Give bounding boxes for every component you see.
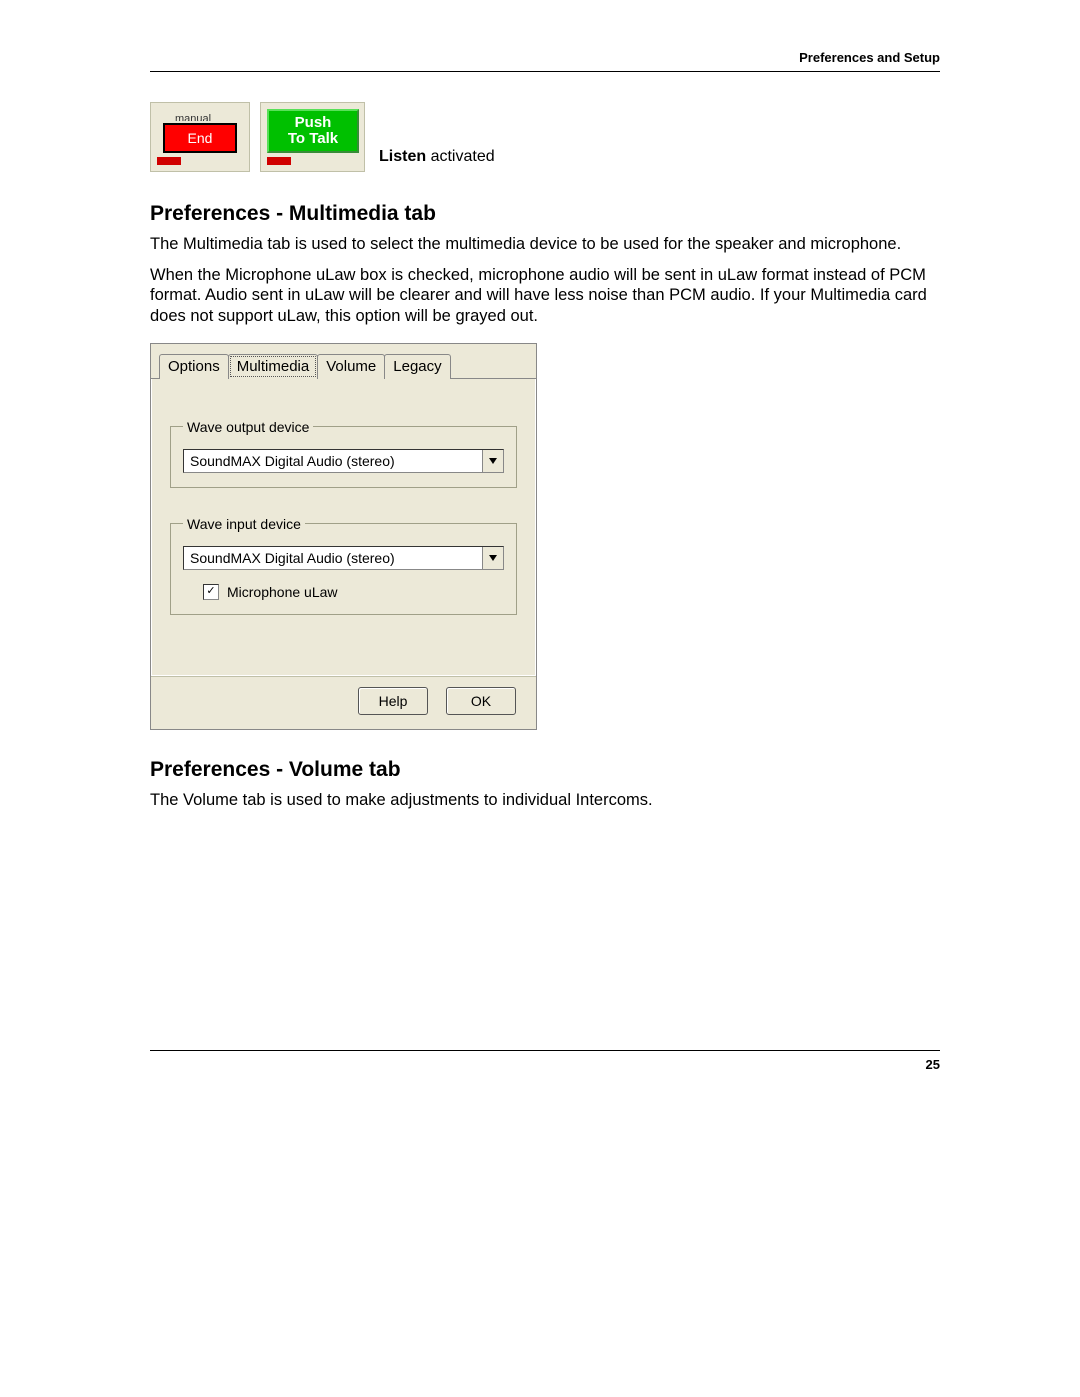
microphone-ulaw-checkbox[interactable]: ✓ — [203, 584, 219, 600]
wave-input-value: SoundMAX Digital Audio (stereo) — [184, 550, 482, 566]
section1-para2: When the Microphone uLaw box is checked,… — [150, 265, 940, 327]
wave-output-dropdown-button[interactable] — [482, 450, 503, 472]
ptt-line1: Push — [295, 115, 332, 131]
chevron-down-icon — [489, 555, 497, 561]
section2-para1: The Volume tab is used to make adjustmen… — [150, 790, 940, 811]
tab-options[interactable]: Options — [159, 354, 229, 379]
end-panel: manual End — [150, 102, 250, 172]
page-footer: 25 — [150, 1050, 940, 1072]
tab-volume[interactable]: Volume — [317, 354, 385, 379]
dialog-button-bar: Help OK — [151, 676, 536, 729]
listen-activated-figure: manual End Push To Talk Listen activated — [150, 102, 940, 172]
end-button[interactable]: End — [163, 123, 237, 153]
section-heading-volume: Preferences - Volume tab — [150, 758, 940, 782]
ptt-line2: To Talk — [288, 131, 338, 147]
section1-para1: The Multimedia tab is used to select the… — [150, 234, 940, 255]
wave-input-group: Wave input device SoundMAX Digital Audio… — [170, 516, 517, 615]
microphone-ulaw-row: ✓ Microphone uLaw — [203, 584, 504, 600]
dialog-tab-bar: Options Multimedia Volume Legacy — [151, 344, 536, 379]
page-number: 25 — [926, 1057, 940, 1072]
tab-multimedia[interactable]: Multimedia — [228, 354, 319, 379]
wave-output-combo[interactable]: SoundMAX Digital Audio (stereo) — [183, 449, 504, 473]
microphone-ulaw-label: Microphone uLaw — [227, 584, 338, 600]
chevron-down-icon — [489, 458, 497, 464]
indicator-bar-left — [157, 157, 181, 165]
wave-input-legend: Wave input device — [183, 516, 305, 532]
listen-caption-bold: Listen — [379, 148, 426, 165]
push-to-talk-panel: Push To Talk — [260, 102, 365, 172]
tab-legacy[interactable]: Legacy — [384, 354, 450, 379]
ok-button[interactable]: OK — [446, 687, 516, 715]
wave-output-value: SoundMAX Digital Audio (stereo) — [184, 453, 482, 469]
push-to-talk-button[interactable]: Push To Talk — [267, 109, 359, 153]
section-heading-multimedia: Preferences - Multimedia tab — [150, 202, 940, 226]
listen-caption: Listen activated — [379, 148, 495, 166]
wave-output-legend: Wave output device — [183, 419, 313, 435]
indicator-bar-right — [267, 157, 291, 165]
preferences-dialog: Options Multimedia Volume Legacy Wave ou… — [150, 343, 537, 730]
wave-input-combo[interactable]: SoundMAX Digital Audio (stereo) — [183, 546, 504, 570]
page-header: Preferences and Setup — [150, 50, 940, 72]
listen-caption-rest: activated — [426, 148, 494, 165]
help-button[interactable]: Help — [358, 687, 428, 715]
dialog-body: Wave output device SoundMAX Digital Audi… — [151, 379, 536, 676]
wave-output-group: Wave output device SoundMAX Digital Audi… — [170, 419, 517, 488]
wave-input-dropdown-button[interactable] — [482, 547, 503, 569]
cutoff-label: manual — [175, 113, 243, 121]
